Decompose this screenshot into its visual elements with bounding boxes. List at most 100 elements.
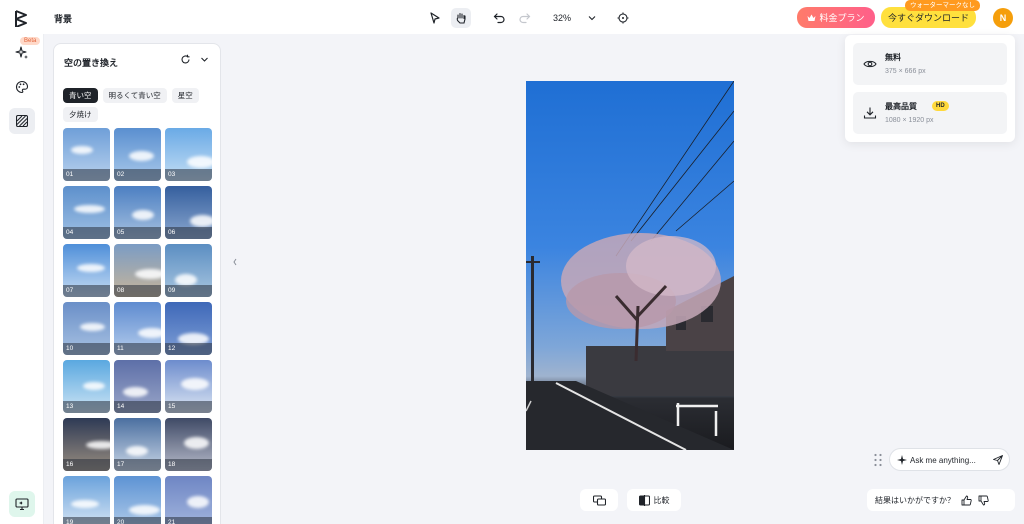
sky-thumbnail[interactable]: 01 [63,128,110,181]
thumbs-down-icon[interactable] [978,495,989,506]
rail-palette[interactable] [9,74,35,100]
drag-handle-icon[interactable] [873,453,883,467]
zoom-level[interactable]: 32% [553,13,579,23]
sky-thumbnail[interactable]: 12 [165,302,212,355]
cloud-shape [187,156,212,168]
pattern-icon [16,115,28,127]
pointer-icon [430,12,440,24]
hand-icon [456,12,466,24]
no-watermark-badge: ウォーターマークなし [905,0,980,11]
cloud-shape [129,505,160,515]
ask-input[interactable] [910,453,988,467]
thumbs-up-icon[interactable] [961,495,972,506]
page-title: 背景 [54,14,73,24]
thumbnail-number: 05 [114,227,161,239]
cloud-shape [132,210,154,220]
cloud-shape [71,500,99,508]
fit-to-screen-button[interactable] [613,8,633,28]
export-free-option[interactable]: 無料 375 × 666 px [853,43,1007,85]
sky-thumbnail[interactable]: 19 [63,476,110,524]
sky-thumbnail[interactable]: 15 [165,360,212,413]
cloud-shape [74,205,105,213]
cloud-shape [123,387,148,397]
cloud-shape [138,328,161,338]
cloud-shape [184,437,209,449]
cloud-shape [80,323,105,331]
export-free-title: 無料 [885,53,901,62]
thumbnail-number: 16 [63,459,110,471]
cloud-shape [86,441,110,449]
thumbnail-number: 13 [63,401,110,413]
panel-title: 空の置き換え [64,58,119,68]
thumbnail-number: 11 [114,343,161,355]
thumbnail-number: 04 [63,227,110,239]
sky-thumbnail[interactable]: 18 [165,418,212,471]
sky-thumbnail[interactable]: 02 [114,128,161,181]
chevron-down-icon[interactable] [199,54,210,65]
sky-thumbnail[interactable]: 13 [63,360,110,413]
export-free-size: 375 × 666 px [885,68,926,75]
compare-button[interactable]: 比較 [627,489,681,511]
sky-thumbnail[interactable]: 16 [63,418,110,471]
thumbnail-number: 10 [63,343,110,355]
sky-thumbnail[interactable]: 17 [114,418,161,471]
left-rail: Beta [0,34,44,524]
cloud-shape [190,215,212,227]
redo-icon [519,13,531,24]
hand-tool-button[interactable] [451,8,471,28]
result-feedback-bar: 結果はいかがですか？ [867,489,1015,511]
send-icon[interactable] [993,455,1003,465]
sky-thumbnail[interactable]: 11 [114,302,161,355]
sky-thumbnail[interactable]: 07 [63,244,110,297]
refresh-icon[interactable] [180,54,191,65]
cloud-shape [187,496,209,508]
thumbnail-number: 14 [114,401,161,413]
undo-button[interactable] [489,8,509,28]
undo-icon [493,13,505,24]
cloud-shape [126,446,148,456]
rail-feedback-button[interactable] [9,491,35,517]
pricing-plan-button[interactable]: 料金プラン [797,7,875,28]
sky-thumbnail[interactable]: 05 [114,186,161,239]
cloud-shape [77,264,105,272]
sky-thumbnail[interactable]: 14 [114,360,161,413]
panel-collapse-handle[interactable] [231,248,239,276]
rail-background[interactable] [9,108,35,134]
sky-thumbnail[interactable]: 06 [165,186,212,239]
chip-bright-blue-sky[interactable]: 明るくて青い空 [102,88,167,103]
compare-icon [592,495,606,506]
sky-thumbnail[interactable]: 20 [114,476,161,524]
logo-icon[interactable] [12,9,30,27]
export-hq-option[interactable]: 最高品質 HD 1080 × 1920 px [853,92,1007,134]
chip-sunset[interactable]: 夕焼け [63,107,98,122]
avatar[interactable]: N [993,8,1013,28]
sky-category-chips: 青い空 明るくて青い空 星空 夕焼け [63,88,213,122]
redo-button[interactable] [515,8,535,28]
export-options-popover: 無料 375 × 666 px 最高品質 HD 1080 × 1920 px [845,35,1015,142]
download-icon [863,107,877,119]
sky-thumbnail[interactable]: 09 [165,244,212,297]
thumbnail-number: 09 [165,285,212,297]
split-icon [638,494,650,506]
chevron-down-icon[interactable] [587,13,597,23]
thumbnail-number: 12 [165,343,212,355]
pointer-tool-button[interactable] [425,8,445,28]
canvas-photo[interactable] [526,81,734,450]
sky-thumbnail[interactable]: 10 [63,302,110,355]
sky-thumbnail-grid: 01 02 03 04 05 06 07 08 09 10 11 12 13 14 15 16 17 18 19 20… [63,128,213,524]
sky-thumbnail[interactable]: 08 [114,244,161,297]
sky-thumbnail[interactable]: 04 [63,186,110,239]
sparkle-icon [15,46,28,59]
feedback-label: 結果はいかがですか？ [875,495,955,505]
thumbnail-number: 06 [165,227,212,239]
sky-thumbnail[interactable]: 03 [165,128,212,181]
export-hq-title: 最高品質 [885,102,917,111]
export-hq-size: 1080 × 1920 px [885,117,934,124]
thumbnail-number: 20 [114,517,161,524]
compare-view-button[interactable] [580,489,618,511]
chip-starry-sky[interactable]: 星空 [171,88,199,103]
thumbnail-number: 02 [114,169,161,181]
chip-blue-sky[interactable]: 青い空 [63,88,98,103]
thumbnail-number: 07 [63,285,110,297]
sky-thumbnail[interactable]: 21 [165,476,212,524]
